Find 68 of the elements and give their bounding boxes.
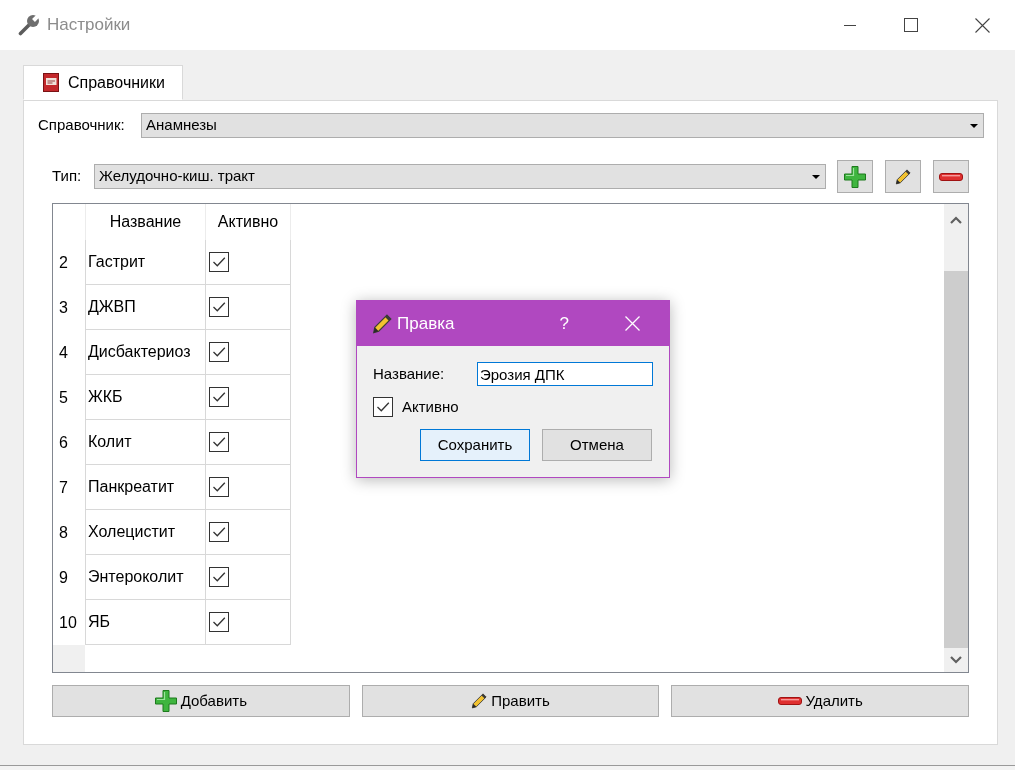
table-cell: Гастрит <box>85 240 206 285</box>
tab[interactable]: Справочники <box>23 65 183 100</box>
table-cell: Колит <box>85 420 206 465</box>
table-cell: ЖКБ <box>85 375 206 420</box>
row-number: 2 <box>58 252 69 273</box>
checkbox[interactable] <box>209 342 229 362</box>
checkbox[interactable] <box>209 432 229 452</box>
column-header[interactable]: Название <box>85 204 206 240</box>
scrollbar-thumb[interactable] <box>944 271 968 648</box>
dialog-button[interactable]: Отмена <box>542 429 652 461</box>
table-cell: Холецистит <box>85 510 206 555</box>
edit-button[interactable] <box>885 160 921 193</box>
add-button[interactable] <box>837 160 873 193</box>
table-cell: ЯБ <box>85 600 206 645</box>
row-number: 9 <box>58 567 69 588</box>
input-field[interactable]: Эрозия ДПК <box>477 362 653 386</box>
plus-icon <box>844 165 866 188</box>
delete-button[interactable] <box>933 160 969 193</box>
row-number: 8 <box>58 522 69 543</box>
checkbox[interactable] <box>209 477 229 497</box>
pencil-icon <box>471 693 488 709</box>
checkbox[interactable] <box>209 612 229 632</box>
row-number: 3 <box>58 297 69 318</box>
close-icon[interactable] <box>975 17 990 33</box>
checkbox-label: Активно <box>402 396 459 417</box>
scrollbar[interactable] <box>944 204 968 672</box>
table-cell: Панкреатит <box>85 465 206 510</box>
checkbox[interactable] <box>209 567 229 587</box>
table-cell: ДЖВП <box>85 285 206 330</box>
field-label: Тип: <box>52 166 83 187</box>
field-label: Справочник: <box>38 115 126 136</box>
dialog-title: Правка <box>397 312 455 335</box>
delete-button[interactable]: Удалить <box>671 685 969 717</box>
maximize-icon[interactable] <box>904 18 918 32</box>
dropdown[interactable]: Анамнезы <box>141 113 984 138</box>
row-number: 10 <box>58 612 78 633</box>
column-header[interactable]: Активно <box>206 204 291 240</box>
checkbox[interactable] <box>209 297 229 317</box>
dropdown[interactable]: Желудочно-киш. тракт <box>94 164 826 189</box>
row-header-filler <box>53 645 85 672</box>
checkbox[interactable] <box>209 252 229 272</box>
pencil-icon <box>372 313 392 334</box>
chevron-up-icon[interactable] <box>950 216 962 224</box>
book-icon <box>43 73 59 92</box>
chevron-down-icon[interactable] <box>950 656 962 664</box>
row-number: 7 <box>58 477 69 498</box>
dialog-button[interactable]: Сохранить <box>420 429 530 461</box>
caret-icon <box>812 174 820 179</box>
add-button[interactable]: Добавить <box>52 685 350 717</box>
plus-icon <box>154 690 177 712</box>
checkbox[interactable] <box>209 522 229 542</box>
checkbox[interactable] <box>373 397 393 417</box>
window-title: Настройки <box>47 14 131 37</box>
checkbox[interactable] <box>209 387 229 407</box>
minimize-icon[interactable] <box>844 24 856 26</box>
table-cell: Энтероколит <box>85 555 206 600</box>
pencil-icon <box>895 168 911 185</box>
help-button[interactable]: ? <box>559 315 569 332</box>
wrench-icon <box>18 14 40 36</box>
minus-icon <box>939 172 963 181</box>
row-number: 6 <box>58 432 69 453</box>
minus-icon <box>777 697 802 705</box>
caret-icon <box>970 123 978 128</box>
row-number: 5 <box>58 387 69 408</box>
edit-button[interactable]: Править <box>361 685 660 717</box>
row-number: 4 <box>58 342 69 363</box>
table-cell: Дисбактериоз <box>85 330 206 375</box>
field-label: Название: <box>373 363 446 384</box>
